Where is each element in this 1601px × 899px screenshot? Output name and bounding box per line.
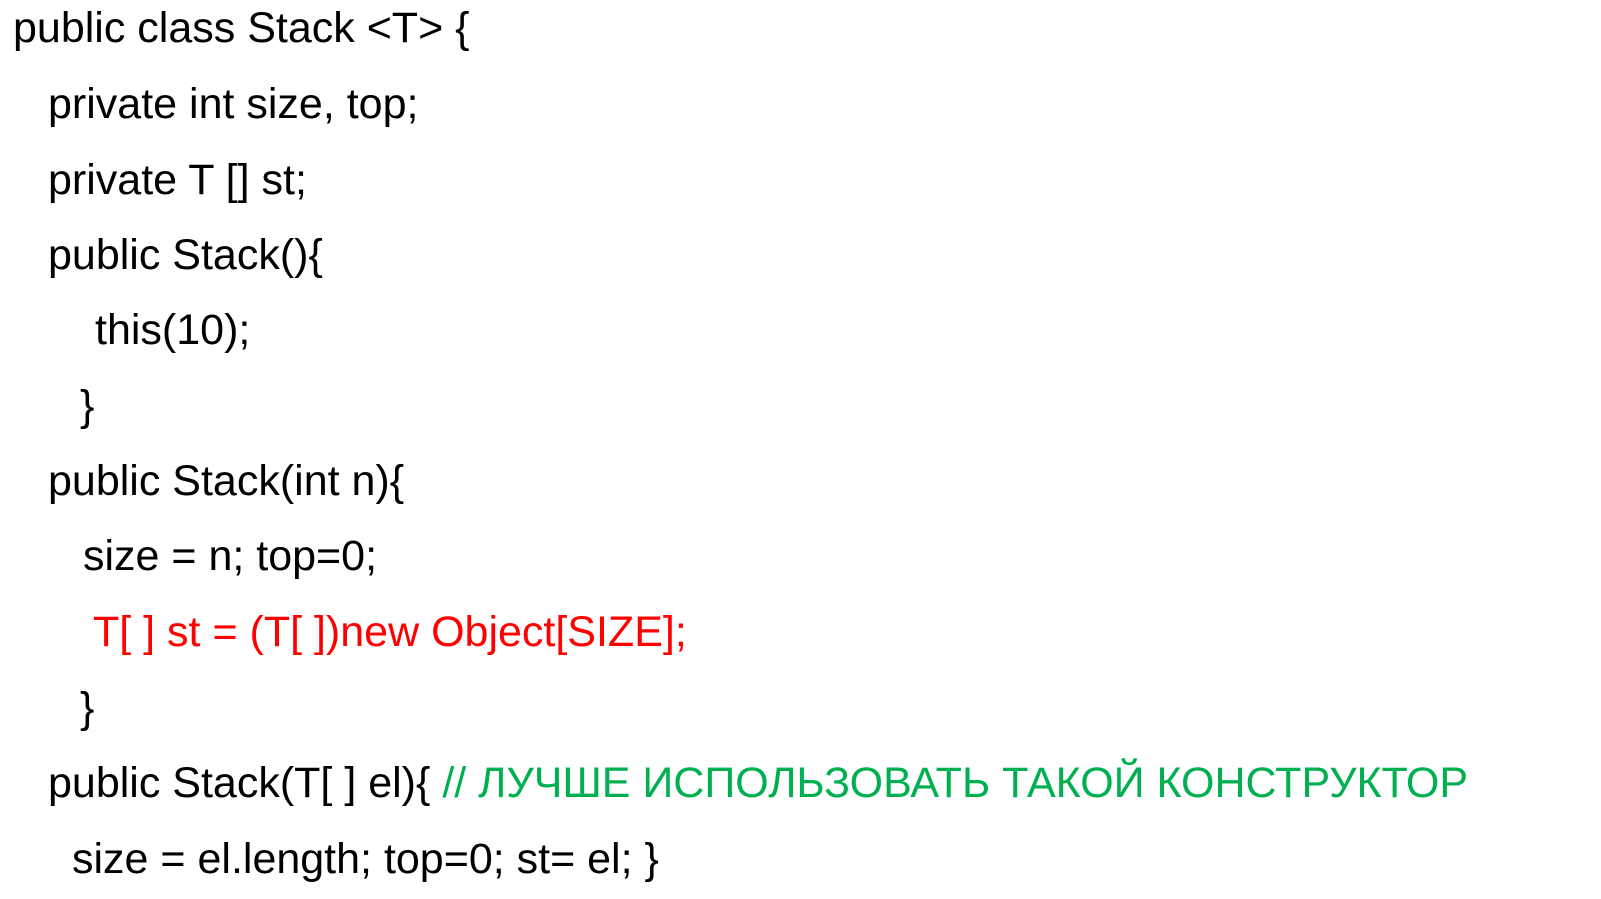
code-line-class-declaration: public class Stack <T> { [13,4,470,52]
code-line-array-field: private T [] st; [48,156,307,204]
code-line-default-constructor: public Stack(){ [48,231,323,279]
code-line-int-constructor: public Stack(int n){ [48,457,405,505]
code-line-array-constructor: public Stack(T[ ] el){ // ЛУЧШЕ ИСПОЛЬЗО… [48,757,1468,809]
code-line-this-call: this(10); [95,306,251,354]
code-line-closing-brace-2: } [80,684,95,732]
code-line-array-init: size = el.length; top=0; st= el; } [72,835,659,883]
code-line-array-constructor-code: public Stack(T[ ] el){ [48,759,443,807]
code-comment: // ЛУЧШЕ ИСПОЛЬЗОВАТЬ ТАКОЙ КОНСТРУКТОР [442,759,1469,807]
code-listing: public class Stack <T> { private int siz… [0,0,1601,899]
code-line-size-init: size = n; top=0; [83,532,378,580]
code-line-fields: private int size, top; [48,80,419,128]
code-line-array-cast-highlight: T[ ] st = (T[ ])new Object[SIZE]; [93,608,687,656]
code-line-closing-brace: } [80,382,95,430]
